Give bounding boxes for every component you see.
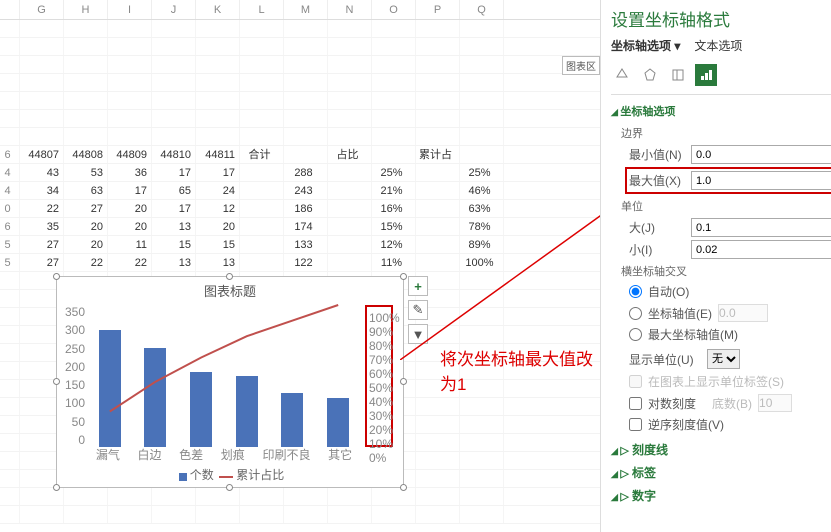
chart-x-axis: 漏气白边色差划痕印刷不良其它 <box>87 446 361 463</box>
col-P[interactable]: P <box>416 0 460 19</box>
chart-handle[interactable] <box>400 484 407 491</box>
input-log-base <box>758 394 792 412</box>
check-reverse-order[interactable] <box>629 418 642 431</box>
fill-line-icon[interactable] <box>611 64 633 86</box>
section-ticks[interactable]: ▷ 刻度线 <box>611 441 831 458</box>
label-min: 最小值(N) <box>629 146 685 163</box>
radio-cross-auto[interactable] <box>629 285 642 298</box>
group-units: 单位 <box>621 198 831 214</box>
chart-y2-axis[interactable]: 100%90%80%70%60%50%40%30%20%10%0% <box>365 305 393 447</box>
section-labels[interactable]: ▷ 标签 <box>611 464 831 481</box>
col-O[interactable]: O <box>372 0 416 19</box>
col-Q[interactable]: Q <box>460 0 504 19</box>
section-number[interactable]: ▷ 数字 <box>611 487 831 504</box>
chart-line-series <box>87 305 387 455</box>
input-minor-unit[interactable] <box>691 240 831 259</box>
col-L[interactable]: L <box>240 0 284 19</box>
legend-swatch-bar <box>179 473 187 481</box>
group-bounds: 边界 <box>621 125 831 141</box>
input-cross-value <box>718 304 768 322</box>
select-display-units[interactable]: 无 <box>707 349 740 369</box>
label-major-unit: 大(J) <box>629 219 685 236</box>
chart-handle[interactable] <box>226 273 233 280</box>
col-H[interactable]: H <box>64 0 108 19</box>
col-K[interactable]: K <box>196 0 240 19</box>
check-log-scale[interactable] <box>629 397 642 410</box>
label-minor-unit: 小(I) <box>629 241 685 258</box>
annotation-text: 将次坐标轴最大值改为1 <box>440 345 600 395</box>
chart-title[interactable]: 图表标题 <box>57 281 403 300</box>
chart-handle[interactable] <box>53 378 60 385</box>
section-axis-options[interactable]: 坐标轴选项 <box>611 103 831 119</box>
chart-handle[interactable] <box>400 378 407 385</box>
effects-icon[interactable] <box>639 64 661 86</box>
input-axis-max[interactable] <box>691 171 831 190</box>
pane-title: 设置坐标轴格式 <box>611 6 831 31</box>
chart-handle[interactable] <box>53 484 60 491</box>
chart-legend: 个数 累计占比 <box>57 466 403 483</box>
chart-y1-axis: 350300250200150100500 <box>63 305 85 447</box>
col-G[interactable]: G <box>20 0 64 19</box>
chart-handle[interactable] <box>226 484 233 491</box>
axis-options-icon[interactable] <box>695 64 717 86</box>
chart-handle[interactable] <box>53 273 60 280</box>
col-M[interactable]: M <box>284 0 328 19</box>
input-axis-min[interactable] <box>691 145 831 164</box>
spreadsheet-area: G H I J K L M N O P Q 644807448084480944… <box>0 0 600 532</box>
chart-plot <box>87 305 361 447</box>
chart-tool-buttons: + ✎ ▼ <box>408 276 428 344</box>
label-display-units: 显示单位(U) <box>629 351 701 368</box>
chart-add-element-button[interactable]: + <box>408 276 428 296</box>
legend-swatch-line <box>219 476 233 478</box>
size-props-icon[interactable] <box>667 64 689 86</box>
radio-cross-value[interactable] <box>629 307 642 320</box>
col-N[interactable]: N <box>328 0 372 19</box>
col-corner <box>0 0 20 19</box>
chart-style-button[interactable]: ✎ <box>408 300 428 320</box>
column-headers: G H I J K L M N O P Q <box>0 0 600 20</box>
embedded-chart[interactable]: 图表标题 350300250200150100500 100%90%80%70%… <box>56 276 404 488</box>
radio-cross-max[interactable] <box>629 328 642 341</box>
chart-area-tag: 图表区 <box>562 56 600 75</box>
col-J[interactable]: J <box>152 0 196 19</box>
tab-text-options[interactable]: 文本选项 <box>694 37 742 56</box>
col-I[interactable]: I <box>108 0 152 19</box>
check-show-unit-label <box>629 375 642 388</box>
chart-handle[interactable] <box>400 273 407 280</box>
label-max: 最大值(X) <box>629 172 685 189</box>
input-major-unit[interactable] <box>691 218 831 237</box>
tab-axis-options[interactable]: 坐标轴选项 ▾ <box>611 37 680 56</box>
format-axis-pane: ▼ ✕ 设置坐标轴格式 坐标轴选项 ▾ 文本选项 坐标轴选项 边界 最小值(N)… <box>600 0 831 532</box>
chart-filter-button[interactable]: ▼ <box>408 324 428 344</box>
group-cross: 横坐标轴交叉 <box>621 263 831 279</box>
